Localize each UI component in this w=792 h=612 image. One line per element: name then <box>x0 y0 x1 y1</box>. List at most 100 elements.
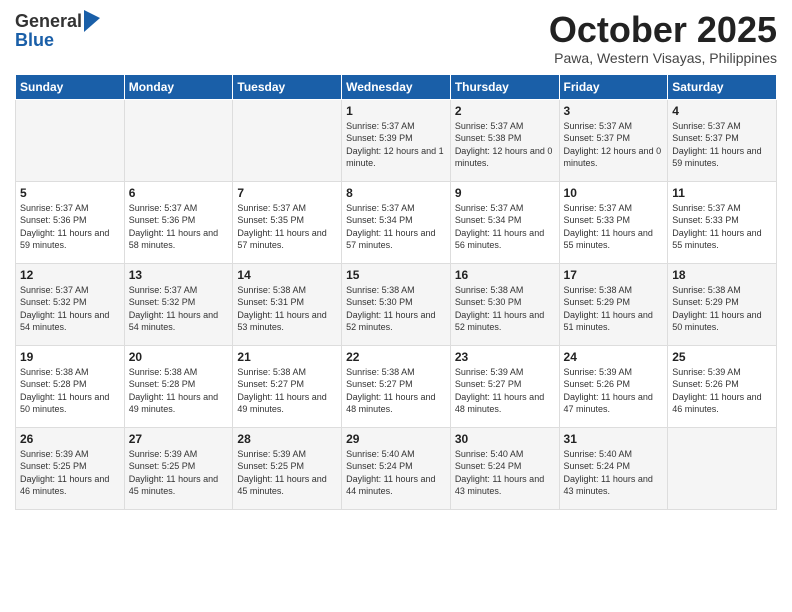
day-number: 19 <box>20 350 120 364</box>
day-info: Sunrise: 5:38 AM Sunset: 5:28 PM Dayligh… <box>129 366 229 416</box>
day-number: 21 <box>237 350 337 364</box>
week-row-2: 5Sunrise: 5:37 AM Sunset: 5:36 PM Daylig… <box>16 181 777 263</box>
day-info: Sunrise: 5:39 AM Sunset: 5:25 PM Dayligh… <box>20 448 120 498</box>
logo-icon <box>84 10 100 32</box>
day-info: Sunrise: 5:38 AM Sunset: 5:30 PM Dayligh… <box>346 284 446 334</box>
calendar-cell: 19 Sunrise: 5:38 AM Sunset: 5:28 PM Dayli… <box>16 345 125 427</box>
col-header-wednesday: Wednesday <box>342 74 451 99</box>
calendar-cell: 6 Sunrise: 5:37 AM Sunset: 5:36 PM Daylig… <box>124 181 233 263</box>
day-number: 27 <box>129 432 229 446</box>
day-number: 6 <box>129 186 229 200</box>
day-number: 23 <box>455 350 555 364</box>
week-row-5: 26Sunrise: 5:39 AM Sunset: 5:25 PM Dayli… <box>16 427 777 509</box>
day-number: 31 <box>564 432 664 446</box>
calendar-cell: 8 Sunrise: 5:37 AM Sunset: 5:34 PM Daylig… <box>342 181 451 263</box>
day-number: 10 <box>564 186 664 200</box>
calendar-cell: 4Sunrise: 5:37 AM Sunset: 5:37 PM Daylig… <box>668 99 777 181</box>
day-info: Sunrise: 5:39 AM Sunset: 5:26 PM Dayligh… <box>564 366 664 416</box>
logo-blue: Blue <box>15 30 100 51</box>
calendar-cell <box>16 99 125 181</box>
calendar-cell: 1Sunrise: 5:37 AM Sunset: 5:39 PM Daylig… <box>342 99 451 181</box>
col-header-sunday: Sunday <box>16 74 125 99</box>
col-header-thursday: Thursday <box>450 74 559 99</box>
title-block: October 2025 Pawa, Western Visayas, Phil… <box>549 10 777 66</box>
day-number: 11 <box>672 186 772 200</box>
week-row-1: 1Sunrise: 5:37 AM Sunset: 5:39 PM Daylig… <box>16 99 777 181</box>
month-title: October 2025 <box>549 10 777 50</box>
calendar-cell <box>233 99 342 181</box>
day-number: 9 <box>455 186 555 200</box>
col-header-saturday: Saturday <box>668 74 777 99</box>
calendar-cell: 9 Sunrise: 5:37 AM Sunset: 5:34 PM Daylig… <box>450 181 559 263</box>
calendar-cell: 24 Sunrise: 5:39 AM Sunset: 5:26 PM Dayli… <box>559 345 668 427</box>
day-number: 13 <box>129 268 229 282</box>
day-number: 29 <box>346 432 446 446</box>
calendar-header-row: SundayMondayTuesdayWednesdayThursdayFrid… <box>16 74 777 99</box>
week-row-3: 12 Sunrise: 5:37 AM Sunset: 5:32 PM Dayli… <box>16 263 777 345</box>
day-info: Sunrise: 5:38 AM Sunset: 5:31 PM Dayligh… <box>237 284 337 334</box>
day-info: Sunrise: 5:37 AM Sunset: 5:34 PM Dayligh… <box>455 202 555 252</box>
day-number: 12 <box>20 268 120 282</box>
day-info: Sunrise: 5:40 AM Sunset: 5:24 PM Dayligh… <box>346 448 446 498</box>
calendar-cell: 25Sunrise: 5:39 AM Sunset: 5:26 PM Dayli… <box>668 345 777 427</box>
day-info: Sunrise: 5:38 AM Sunset: 5:29 PM Dayligh… <box>564 284 664 334</box>
page-container: General Blue October 2025 Pawa, Western … <box>0 0 792 515</box>
day-number: 22 <box>346 350 446 364</box>
calendar-cell: 31 Sunrise: 5:40 AM Sunset: 5:24 PM Dayli… <box>559 427 668 509</box>
calendar-cell: 13 Sunrise: 5:37 AM Sunset: 5:32 PM Dayli… <box>124 263 233 345</box>
calendar-cell: 16 Sunrise: 5:38 AM Sunset: 5:30 PM Dayli… <box>450 263 559 345</box>
calendar-cell: 22Sunrise: 5:38 AM Sunset: 5:27 PM Dayli… <box>342 345 451 427</box>
calendar-cell: 7Sunrise: 5:37 AM Sunset: 5:35 PM Daylig… <box>233 181 342 263</box>
day-number: 3 <box>564 104 664 118</box>
day-info: Sunrise: 5:37 AM Sunset: 5:34 PM Dayligh… <box>346 202 446 252</box>
col-header-friday: Friday <box>559 74 668 99</box>
day-info: Sunrise: 5:40 AM Sunset: 5:24 PM Dayligh… <box>564 448 664 498</box>
day-number: 7 <box>237 186 337 200</box>
day-info: Sunrise: 5:39 AM Sunset: 5:25 PM Dayligh… <box>237 448 337 498</box>
calendar-cell: 30Sunrise: 5:40 AM Sunset: 5:24 PM Dayli… <box>450 427 559 509</box>
day-info: Sunrise: 5:39 AM Sunset: 5:27 PM Dayligh… <box>455 366 555 416</box>
calendar-cell: 23 Sunrise: 5:39 AM Sunset: 5:27 PM Dayli… <box>450 345 559 427</box>
day-number: 4 <box>672 104 772 118</box>
header: General Blue October 2025 Pawa, Western … <box>15 10 777 66</box>
day-info: Sunrise: 5:37 AM Sunset: 5:36 PM Dayligh… <box>20 202 120 252</box>
day-info: Sunrise: 5:37 AM Sunset: 5:33 PM Dayligh… <box>564 202 664 252</box>
day-info: Sunrise: 5:38 AM Sunset: 5:30 PM Dayligh… <box>455 284 555 334</box>
calendar-cell: 29 Sunrise: 5:40 AM Sunset: 5:24 PM Dayli… <box>342 427 451 509</box>
calendar-cell: 15 Sunrise: 5:38 AM Sunset: 5:30 PM Dayli… <box>342 263 451 345</box>
day-info: Sunrise: 5:37 AM Sunset: 5:37 PM Dayligh… <box>564 120 664 170</box>
calendar-cell: 5Sunrise: 5:37 AM Sunset: 5:36 PM Daylig… <box>16 181 125 263</box>
day-info: Sunrise: 5:37 AM Sunset: 5:38 PM Dayligh… <box>455 120 555 170</box>
day-number: 25 <box>672 350 772 364</box>
calendar-cell: 14 Sunrise: 5:38 AM Sunset: 5:31 PM Dayli… <box>233 263 342 345</box>
day-number: 30 <box>455 432 555 446</box>
day-info: Sunrise: 5:37 AM Sunset: 5:32 PM Dayligh… <box>20 284 120 334</box>
day-info: Sunrise: 5:37 AM Sunset: 5:33 PM Dayligh… <box>672 202 772 252</box>
day-info: Sunrise: 5:38 AM Sunset: 5:29 PM Dayligh… <box>672 284 772 334</box>
day-number: 15 <box>346 268 446 282</box>
calendar-table: SundayMondayTuesdayWednesdayThursdayFrid… <box>15 74 777 510</box>
calendar-cell: 11 Sunrise: 5:37 AM Sunset: 5:33 PM Dayli… <box>668 181 777 263</box>
calendar-cell: 20 Sunrise: 5:38 AM Sunset: 5:28 PM Dayli… <box>124 345 233 427</box>
calendar-cell: 17 Sunrise: 5:38 AM Sunset: 5:29 PM Dayli… <box>559 263 668 345</box>
day-number: 20 <box>129 350 229 364</box>
day-number: 14 <box>237 268 337 282</box>
day-number: 24 <box>564 350 664 364</box>
day-info: Sunrise: 5:37 AM Sunset: 5:32 PM Dayligh… <box>129 284 229 334</box>
calendar-cell: 28Sunrise: 5:39 AM Sunset: 5:25 PM Dayli… <box>233 427 342 509</box>
calendar-cell: 10 Sunrise: 5:37 AM Sunset: 5:33 PM Dayli… <box>559 181 668 263</box>
day-info: Sunrise: 5:39 AM Sunset: 5:25 PM Dayligh… <box>129 448 229 498</box>
week-row-4: 19 Sunrise: 5:38 AM Sunset: 5:28 PM Dayli… <box>16 345 777 427</box>
logo-general: General <box>15 11 82 32</box>
day-info: Sunrise: 5:37 AM Sunset: 5:36 PM Dayligh… <box>129 202 229 252</box>
day-number: 16 <box>455 268 555 282</box>
col-header-monday: Monday <box>124 74 233 99</box>
day-number: 8 <box>346 186 446 200</box>
calendar-cell: 12 Sunrise: 5:37 AM Sunset: 5:32 PM Dayli… <box>16 263 125 345</box>
day-number: 2 <box>455 104 555 118</box>
day-info: Sunrise: 5:38 AM Sunset: 5:28 PM Dayligh… <box>20 366 120 416</box>
day-info: Sunrise: 5:38 AM Sunset: 5:27 PM Dayligh… <box>237 366 337 416</box>
calendar-cell: 2 Sunrise: 5:37 AM Sunset: 5:38 PM Daylig… <box>450 99 559 181</box>
day-number: 17 <box>564 268 664 282</box>
calendar-cell <box>668 427 777 509</box>
